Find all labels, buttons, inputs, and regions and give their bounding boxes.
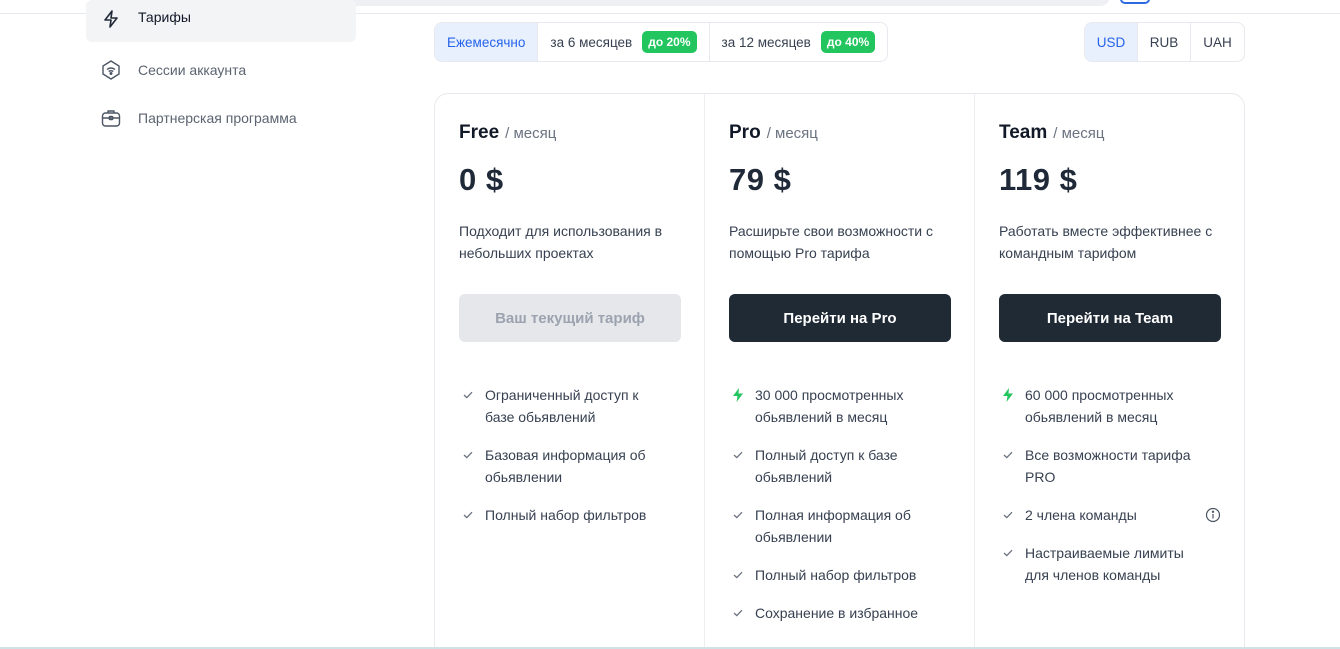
plan-period: / месяц — [1053, 125, 1105, 142]
feature-item: Настраиваемые лимиты для членов команды — [999, 542, 1221, 586]
upgrade-team-button[interactable]: Перейти на Team — [999, 294, 1221, 342]
plan-description: Подходит для использования в небольших п… — [459, 223, 663, 261]
feature-item: 60 000 просмотренных обьявлений в месяц — [999, 384, 1221, 428]
check-icon — [1001, 444, 1015, 466]
plan-price: 119 $ — [999, 162, 1078, 197]
sidebar-item-label: Партнерская программа — [138, 110, 297, 126]
check-icon — [461, 444, 475, 466]
feature-text: 60 000 просмотренных обьявлений в месяц — [1025, 387, 1174, 425]
check-icon — [731, 444, 745, 466]
feature-text: Базовая информация об обьявлении — [485, 447, 646, 485]
feature-item: Сохранение в избранное — [729, 602, 950, 624]
settings-sidebar: Тарифы Сессии аккаунта Партнерская прогр… — [86, 0, 356, 142]
info-icon[interactable] — [1205, 507, 1221, 523]
check-icon — [731, 602, 745, 624]
feature-text: 2 члена команды — [1025, 507, 1137, 523]
upgrade-pro-button[interactable]: Перейти на Pro — [729, 294, 951, 342]
plan-description: Расширьте свои возможности с помощью Pro… — [729, 223, 933, 261]
header-badge[interactable] — [1120, 0, 1150, 4]
plan-card-free: Free / месяц 0 $ Подходит для использова… — [435, 94, 705, 649]
plan-card-team: Team / месяц 119 $ Работать вместе эффек… — [975, 94, 1244, 649]
feature-list: 60 000 просмотренных обьявлений в месяц … — [999, 384, 1221, 586]
feature-item: Ограниченный доступ к базе обьявлений — [459, 384, 680, 428]
check-icon — [461, 384, 475, 406]
feature-item: Полный набор фильтров — [729, 564, 950, 586]
feature-item: Все возможности тарифа PRO — [999, 444, 1221, 488]
feature-text: 30 000 просмотренных обьявлений в месяц — [755, 387, 904, 425]
lightning-icon — [731, 384, 745, 406]
check-icon — [731, 564, 745, 586]
feature-list: Ограниченный доступ к базе обьявлений Ба… — [459, 384, 680, 526]
wifi-shield-icon — [100, 59, 122, 81]
plan-card-pro: Pro / месяц 79 $ Расширьте свои возможно… — [705, 94, 975, 649]
feature-text: Сохранение в избранное — [755, 605, 919, 621]
lightning-icon — [100, 8, 122, 30]
feature-item: Полный доступ к базе обьявлений — [729, 444, 950, 488]
feature-text: Ограниченный доступ к базе обьявлений — [485, 387, 639, 425]
feature-item: Базовая информация об обьявлении — [459, 444, 680, 488]
feature-text: Полная информация об обьявлении — [755, 507, 911, 545]
pricing-plans: Free / месяц 0 $ Подходит для использова… — [434, 93, 1245, 649]
discount-badge: до 40% — [820, 31, 876, 53]
period-12-months[interactable]: за 12 месяцев до 40% — [710, 23, 888, 61]
feature-text: Настраиваемые лимиты для членов команды — [1025, 545, 1184, 583]
feature-list: 30 000 просмотренных обьявлений в месяц … — [729, 384, 950, 624]
check-icon — [1001, 542, 1015, 564]
currency-rub[interactable]: RUB — [1138, 23, 1191, 61]
currency-toggle: USD RUB UAH — [1084, 22, 1245, 62]
period-label: Ежемесячно — [447, 34, 526, 50]
plan-name: Pro — [729, 122, 761, 143]
period-6-months[interactable]: за 6 месяцев до 20% — [538, 23, 710, 61]
feature-text: Полный набор фильтров — [755, 567, 917, 583]
feature-item: Полный набор фильтров — [459, 504, 680, 526]
sidebar-item-label: Сессии аккаунта — [138, 62, 247, 78]
currency-usd[interactable]: USD — [1085, 23, 1138, 61]
plan-price: 79 $ — [729, 162, 792, 197]
feature-text: Все возможности тарифа PRO — [1025, 447, 1191, 485]
period-label: за 12 месяцев — [721, 34, 811, 50]
sidebar-item-tariffs[interactable]: Тарифы — [86, 0, 356, 42]
plan-period: / месяц — [766, 125, 818, 142]
plan-name: Team — [999, 122, 1048, 143]
currency-uah[interactable]: UAH — [1191, 23, 1244, 61]
current-plan-button[interactable]: Ваш текущий тариф — [459, 294, 681, 342]
sidebar-item-partner-program[interactable]: Партнерская программа — [86, 94, 356, 142]
feature-item: 2 члена команды — [999, 504, 1221, 526]
feature-text: Полный набор фильтров — [485, 507, 647, 523]
period-monthly[interactable]: Ежемесячно — [435, 23, 539, 61]
plan-description: Работать вместе эффективнее с командным … — [999, 223, 1213, 261]
plan-price: 0 $ — [459, 162, 504, 197]
plan-period: / месяц — [505, 125, 557, 142]
discount-badge: до 20% — [642, 31, 697, 53]
feature-item: Полная информация об обьявлении — [729, 504, 950, 548]
period-label: за 6 месяцев — [550, 34, 633, 50]
sidebar-item-label: Тарифы — [138, 9, 191, 25]
lightning-icon — [1001, 384, 1015, 406]
billing-period-toggle: Ежемесячно за 6 месяцев до 20% за 12 мес… — [434, 22, 889, 62]
sidebar-item-sessions[interactable]: Сессии аккаунта — [86, 46, 356, 94]
check-icon — [731, 504, 745, 526]
check-icon — [461, 504, 475, 526]
plan-name: Free — [459, 122, 500, 143]
briefcase-icon — [100, 107, 122, 129]
feature-text: Полный доступ к базе обьявлений — [755, 447, 898, 485]
feature-item: 30 000 просмотренных обьявлений в месяц — [729, 384, 950, 428]
check-icon — [1001, 504, 1015, 526]
